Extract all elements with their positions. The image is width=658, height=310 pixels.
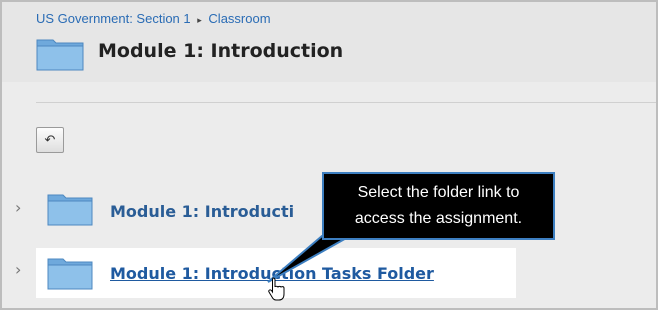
callout-line-1: Select the folder link to (357, 184, 520, 201)
divider (36, 102, 656, 103)
folder-icon (36, 39, 84, 71)
page-title: Module 1: Introduction (98, 40, 344, 62)
breadcrumb-classroom-link[interactable]: Classroom (208, 11, 270, 26)
folder-icon (47, 194, 93, 226)
instruction-callout: Select the folder link to access the ass… (322, 172, 555, 240)
breadcrumb-course-link[interactable]: US Government: Section 1 (36, 11, 191, 26)
callout-line-2: access the assignment. (354, 210, 523, 227)
back-button[interactable]: ↶ (36, 127, 64, 153)
hand-pointer-icon (268, 277, 285, 301)
expand-chevron-icon[interactable]: › (15, 198, 21, 217)
expand-chevron-icon[interactable]: › (15, 260, 21, 279)
folder-icon (47, 258, 93, 290)
breadcrumb: US Government: Section 1 ▸ Classroom (36, 11, 271, 26)
header: US Government: Section 1 ▸ Classroom Mod… (2, 2, 656, 82)
back-arrow-icon: ↶ (44, 132, 56, 148)
page-frame: US Government: Section 1 ▸ Classroom Mod… (0, 0, 658, 310)
breadcrumb-separator: ▸ (197, 15, 202, 25)
module-link[interactable]: Module 1: Introducti (110, 202, 294, 221)
